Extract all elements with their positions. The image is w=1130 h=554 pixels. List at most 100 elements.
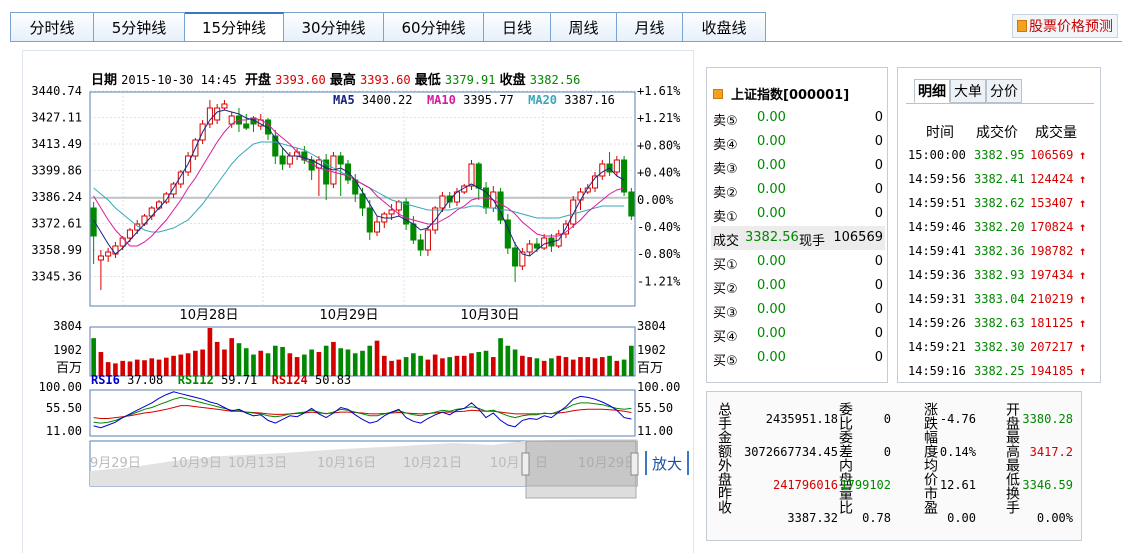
rsi24-value: 50.83 bbox=[315, 373, 352, 387]
stats-value-2: 0.78 bbox=[862, 511, 891, 525]
candle-body bbox=[388, 209, 395, 215]
stock-predict-button[interactable]: 股票价格预测 bbox=[1012, 14, 1118, 38]
volume-bar bbox=[556, 355, 562, 376]
tick-tab-0[interactable]: 明细 bbox=[914, 79, 950, 103]
tick-time: 14:59:46 bbox=[908, 220, 966, 234]
up-arrow-icon: ↑ bbox=[1079, 268, 1087, 282]
volume-bar bbox=[534, 358, 540, 376]
volume-bar bbox=[207, 328, 213, 376]
quote-label: 卖⑤ bbox=[713, 114, 738, 129]
tick-row: 14:59:16 3382.25 194185 ↑ bbox=[898, 364, 1102, 388]
period-tabs: 分时线 5分钟线 15分钟线 30分钟线 60分钟线 日线 周线 月线 收盘线 bbox=[10, 12, 766, 42]
tab-6[interactable]: 周线 bbox=[551, 12, 617, 42]
quote-label: 买④ bbox=[713, 330, 738, 345]
quote-volume: 0 bbox=[874, 326, 883, 341]
market-title: 上证指数[000001] bbox=[713, 84, 849, 103]
quote-price: 0.00 bbox=[757, 182, 786, 197]
volume-bar bbox=[214, 341, 220, 376]
rsi-tick: 11.00 bbox=[46, 424, 82, 438]
tick-volume: 197434 bbox=[1030, 268, 1074, 282]
ma20-label: MA20 bbox=[528, 93, 558, 107]
volume-bar bbox=[454, 355, 460, 376]
tick-row: 14:59:46 3382.20 170824 ↑ bbox=[898, 220, 1102, 244]
quote-volume: 0 bbox=[874, 110, 883, 125]
price-tick: 3386.24 bbox=[31, 190, 82, 204]
tick-volume: 210219 bbox=[1030, 292, 1074, 306]
tick-price: 3382.36 bbox=[974, 244, 1025, 258]
tick-detail-panel: 明细 大单 分价 时间 成交价 成交量 15:00:00 3382.95 106569 ↑ 14:5… bbox=[897, 67, 1101, 383]
ma10-label: MA10 bbox=[426, 93, 456, 107]
navigator-right-handle[interactable] bbox=[630, 452, 639, 476]
volume-tick: 3804 bbox=[53, 319, 82, 333]
volume-bar bbox=[440, 358, 445, 376]
bid-row: 买⑤ 0.00 0 bbox=[711, 346, 885, 370]
tab-3[interactable]: 30分钟线 bbox=[284, 12, 384, 42]
volume-bar bbox=[91, 338, 96, 376]
tick-price: 3382.25 bbox=[974, 364, 1025, 378]
volume-bar bbox=[229, 338, 235, 376]
volume-bar bbox=[367, 345, 373, 376]
navigator-selection[interactable] bbox=[525, 440, 637, 487]
candle-body bbox=[272, 135, 279, 157]
rsi12-value: 59.71 bbox=[221, 373, 258, 387]
bid-row: 买① 0.00 0 bbox=[711, 250, 885, 274]
pct-tick: -1.21% bbox=[637, 274, 681, 288]
volume-tick: 1902 bbox=[53, 343, 82, 357]
tick-volume: 207217 bbox=[1030, 340, 1074, 354]
navigator-scrollbar[interactable] bbox=[525, 485, 637, 499]
zoom-button[interactable]: 放大 bbox=[645, 451, 689, 475]
ma5-label: MA5 bbox=[333, 93, 355, 107]
low-label: 最低 bbox=[414, 73, 441, 88]
candle-body bbox=[417, 239, 424, 251]
up-arrow-icon: ↑ bbox=[1079, 316, 1087, 330]
tab-4[interactable]: 60分钟线 bbox=[384, 12, 484, 42]
tab-7[interactable]: 月线 bbox=[617, 12, 683, 42]
kline-chart[interactable]: 3440.74 3427.11 3413.49 3399.86 3386.24 3372.… bbox=[23, 51, 695, 554]
tab-0[interactable]: 分时线 bbox=[10, 12, 94, 42]
price-tick: 3427.11 bbox=[31, 111, 82, 125]
tab-2[interactable]: 15分钟线 bbox=[185, 12, 284, 42]
volume-bar bbox=[578, 357, 583, 376]
bid-row: 买④ 0.00 0 bbox=[711, 322, 885, 346]
tick-row: 14:59:26 3382.63 181125 ↑ bbox=[898, 316, 1102, 340]
tab-1[interactable]: 5分钟线 bbox=[94, 12, 185, 42]
tick-price: 3382.93 bbox=[974, 268, 1025, 282]
candle-body bbox=[206, 107, 213, 125]
volume-bar bbox=[243, 348, 249, 376]
stats-value-3: -4.76 bbox=[939, 412, 976, 426]
tick-header: 时间 成交价 成交量 bbox=[898, 122, 1102, 146]
tick-header-cell: 成交量 bbox=[1035, 125, 1077, 141]
navigator-left-handle[interactable] bbox=[521, 452, 530, 476]
rsi-tick: 55.50 bbox=[46, 401, 82, 415]
tick-price: 3382.63 bbox=[974, 316, 1025, 330]
now-vol-label: 现手 bbox=[799, 234, 826, 249]
quote-volume: 0 bbox=[874, 134, 883, 149]
tick-time: 15:00:00 bbox=[908, 148, 966, 162]
volume-tick-right: 3804 bbox=[637, 319, 666, 333]
ma5-value: 3400.22 bbox=[361, 93, 413, 107]
volume-bar bbox=[541, 360, 547, 376]
quote-label: 买② bbox=[713, 282, 738, 297]
navigator-date: 10月13日 bbox=[228, 456, 287, 471]
tick-tab-2[interactable]: 分价 bbox=[986, 79, 1022, 103]
chart-panel: 3440.74 3427.11 3413.49 3399.86 3386.24 3372.… bbox=[22, 50, 694, 553]
tick-tab-1[interactable]: 大单 bbox=[950, 79, 986, 103]
rsi-tick: 100.00 bbox=[39, 380, 82, 394]
candle-body bbox=[628, 191, 635, 217]
tab-5[interactable]: 日线 bbox=[484, 12, 551, 42]
volume-bar bbox=[381, 355, 387, 376]
volume-bar bbox=[490, 357, 496, 376]
tab-8[interactable]: 收盘线 bbox=[683, 12, 766, 42]
quote-label: 买⑤ bbox=[713, 354, 738, 369]
tick-volume: 106569 bbox=[1030, 148, 1074, 162]
candle-body bbox=[373, 221, 381, 233]
market-title-text: 上证指数[000001] bbox=[731, 88, 850, 103]
candle-body bbox=[446, 195, 453, 203]
price-tick: 3440.74 bbox=[31, 84, 82, 98]
up-arrow-icon: ↑ bbox=[1079, 196, 1087, 210]
candle-body bbox=[621, 159, 628, 193]
quote-volume: 0 bbox=[874, 254, 883, 269]
quote-volume: 0 bbox=[874, 158, 883, 173]
rsi6-value: 37.08 bbox=[127, 373, 164, 387]
ask-row: 卖② 0.00 0 bbox=[711, 178, 885, 202]
